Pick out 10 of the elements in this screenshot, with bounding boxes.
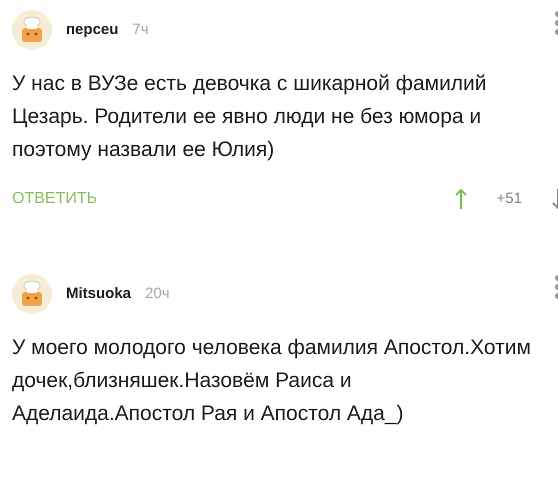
rating: +51	[496, 188, 522, 209]
upvote-icon[interactable]	[454, 187, 467, 211]
avatar	[12, 274, 52, 314]
comment-time: 7ч	[132, 20, 149, 40]
comment-text: У моего молодого человека фамилия Апостол.Хотим дочек,близняшек.Назовём Раиса и Аделаида.Апостол Рая и Апостол Ада_)	[12, 335, 532, 427]
author-name[interactable]: Mitsuoka	[66, 282, 132, 306]
comment-text: У нас в ВУЗе есть девочка с шикарной фамилий Цезарь. Родители ее явно люди не без юмора и поэтому назвали ее Юлия)	[12, 71, 488, 163]
comment-time: 20ч	[145, 284, 170, 304]
author-name[interactable]: пepceu	[66, 18, 118, 42]
avatar	[12, 10, 52, 50]
